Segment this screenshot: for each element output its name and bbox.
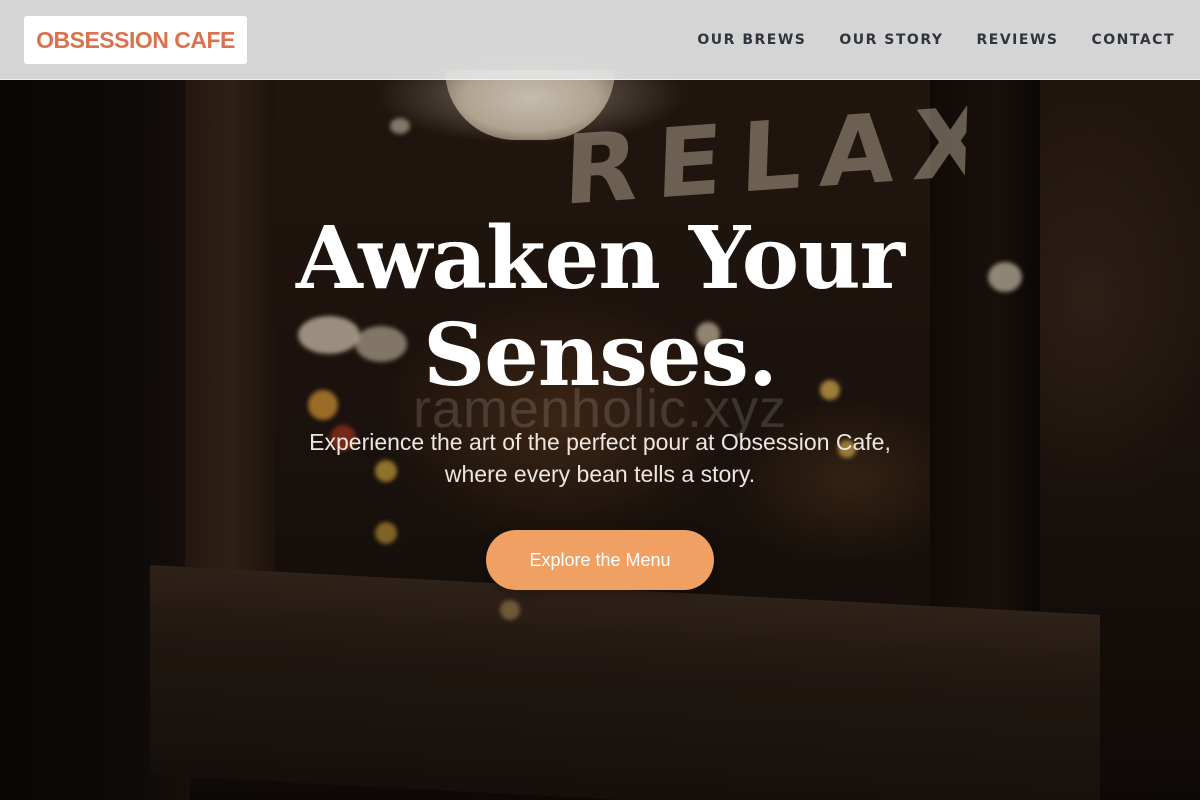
hero-title: Awaken Your Senses. xyxy=(200,210,1000,404)
explore-menu-button[interactable]: Explore the Menu xyxy=(486,530,714,590)
hero-subtitle-line-1: Experience the art of the perfect pour a… xyxy=(309,429,891,455)
hero-section: Awaken Your Senses. ramenholic.xyz Exper… xyxy=(0,0,1200,800)
hero-subtitle: Experience the art of the perfect pour a… xyxy=(250,426,950,490)
hero-subtitle-line-2: where every bean tells a story. xyxy=(444,461,756,487)
hero-title-line-1: Awaken Your xyxy=(296,208,905,309)
